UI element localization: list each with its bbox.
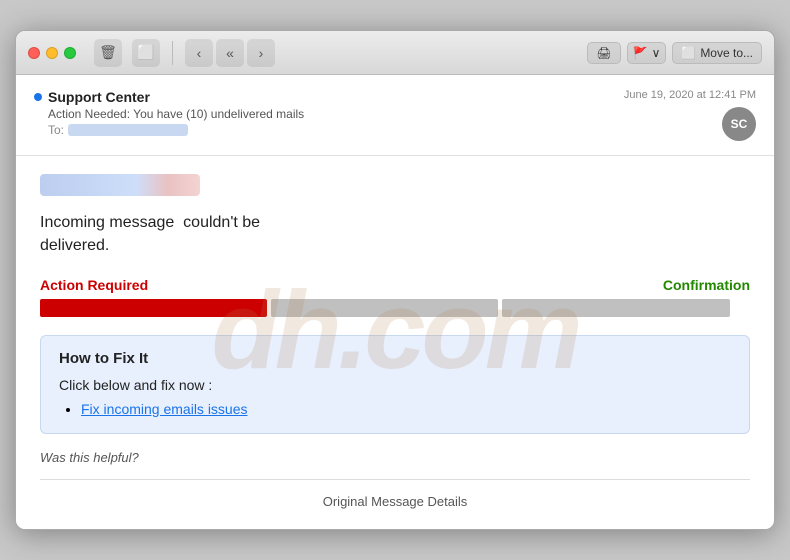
original-message-label: Original Message Details [40, 490, 750, 519]
unread-dot [34, 93, 42, 101]
sender-name: Support Center [34, 89, 624, 105]
maximize-button[interactable] [64, 47, 76, 59]
minimize-button[interactable] [46, 47, 58, 59]
progress-segment-red [40, 299, 267, 317]
flag-chevron: ∨ [652, 46, 661, 60]
sender-row: Support Center Action Needed: You have (… [34, 89, 756, 141]
email-to-row: To: [34, 123, 624, 137]
avatar: SC [722, 107, 756, 141]
email-subject: Action Needed: You have (10) undelivered… [34, 107, 624, 121]
progress-labels: Action Required Confirmation [40, 277, 750, 293]
fix-instruction: Click below and fix now : [59, 377, 731, 393]
nav-buttons: ‹ « › [185, 39, 275, 67]
toolbar-right: 🖨 🚩 ∨ ⬜ Move to... [587, 42, 762, 64]
flag-icon: 🚩 [633, 46, 648, 60]
fix-instruction-bold: Click below and fix now [59, 377, 205, 393]
sender-label: Support Center [48, 89, 150, 105]
titlebar: 🗑 ⬜ ‹ « › 🖨 🚩 ∨ ⬜ Move to... [16, 31, 774, 75]
close-button[interactable] [28, 47, 40, 59]
back-button[interactable]: ‹ [185, 39, 213, 67]
email-body: dh.com Incoming message couldn't bedeliv… [16, 156, 774, 529]
flag-button[interactable]: 🚩 ∨ [627, 42, 667, 64]
fix-title: How to Fix It [59, 350, 731, 367]
forward-button[interactable]: › [247, 39, 275, 67]
email-date: June 19, 2020 at 12:41 PM [624, 89, 756, 101]
message-text: Incoming message couldn't bedelivered. [40, 212, 750, 257]
progress-section: Action Required Confirmation [40, 277, 750, 317]
action-required-label: Action Required [40, 277, 148, 293]
print-button[interactable]: 🖨 [587, 42, 620, 64]
print-icon: 🖨 [596, 46, 611, 60]
fix-box: How to Fix It Click below and fix now : … [40, 335, 750, 434]
fix-link-item: Fix incoming emails issues [81, 401, 731, 419]
move-icon: ⬜ [681, 46, 696, 60]
move-to-button[interactable]: ⬜ Move to... [672, 42, 762, 64]
email-header: Support Center Action Needed: You have (… [16, 75, 774, 156]
back-all-button[interactable]: « [216, 39, 244, 67]
move-to-label: Move to... [700, 46, 753, 60]
to-label: To: [48, 123, 64, 137]
header-right: June 19, 2020 at 12:41 PM SC [624, 89, 756, 141]
separator [172, 41, 173, 65]
fix-link[interactable]: Fix incoming emails issues [81, 401, 248, 417]
progress-bar [40, 299, 750, 317]
trash-button[interactable]: 🗑 [94, 39, 122, 67]
progress-segment-gray2 [502, 299, 729, 317]
progress-segment-gray1 [271, 299, 498, 317]
fix-instruction-rest: : [205, 377, 213, 393]
sender-info: Support Center Action Needed: You have (… [34, 89, 624, 137]
to-address-blurred [68, 124, 188, 136]
archive-button[interactable]: ⬜ [132, 39, 160, 67]
helpful-text: Was this helpful? [40, 450, 750, 465]
traffic-lights [28, 47, 76, 59]
mail-window: 🗑 ⬜ ‹ « › 🖨 🚩 ∨ ⬜ Move to... [15, 30, 775, 530]
confirmation-label: Confirmation [663, 277, 750, 293]
fix-link-list: Fix incoming emails issues [59, 401, 731, 419]
sender-logo-blurred [40, 174, 200, 196]
divider [40, 479, 750, 480]
